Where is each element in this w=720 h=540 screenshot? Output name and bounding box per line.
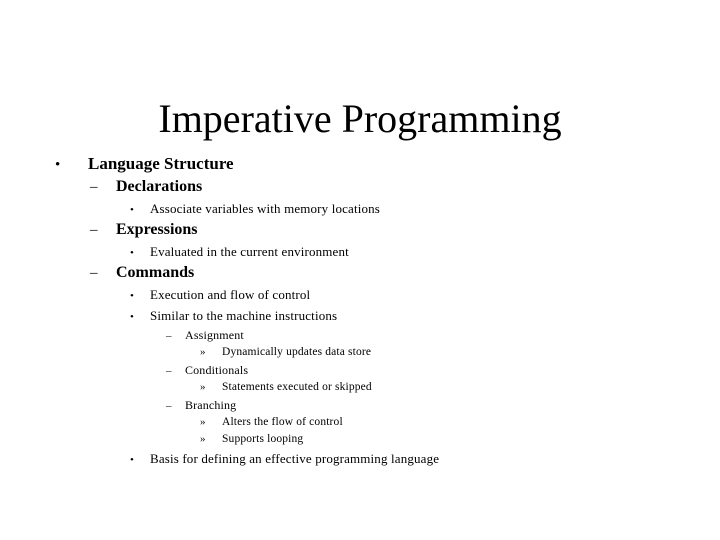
outline-item-label: Supports looping <box>222 433 304 445</box>
bullet-dot-icon: • <box>130 204 134 216</box>
bullet-guillemet-icon: » <box>200 416 206 428</box>
bullet-dot-icon: • <box>130 247 134 259</box>
bullet-dot-icon: • <box>55 157 61 173</box>
bullet-dash-icon: – <box>90 265 98 281</box>
outline-item-level3[interactable]: • Basis for defining an effective progra… <box>0 448 720 469</box>
outline-item-level2[interactable]: – Commands <box>0 262 720 284</box>
outline-item-label: Declarations <box>116 178 203 195</box>
presentation-slide: Imperative Programming • Language Struct… <box>0 0 720 540</box>
bullet-dash-icon: – <box>166 365 172 377</box>
slide-title: Imperative Programming <box>158 95 562 141</box>
outline-item-level2[interactable]: – Expressions <box>0 219 720 241</box>
outline-item-label: Commands <box>116 264 195 281</box>
outline-item-label: Statements executed or skipped <box>222 381 372 393</box>
outline-item-level2[interactable]: – Declarations <box>0 176 720 198</box>
outline-item-level4[interactable]: – Conditionals <box>0 361 720 379</box>
bullet-guillemet-icon: » <box>200 381 206 393</box>
outline-item-label: Execution and flow of control <box>150 287 311 302</box>
bullet-dash-icon: – <box>90 179 98 195</box>
outline-item-label: Evaluated in the current environment <box>150 244 349 259</box>
bullet-dash-icon: – <box>90 222 98 238</box>
outline-item-label: Dynamically updates data store <box>222 346 372 358</box>
bullet-dot-icon: • <box>130 290 134 302</box>
bullet-dot-icon: • <box>130 311 134 323</box>
outline-item-label: Language Structure <box>88 154 234 173</box>
bullet-guillemet-icon: » <box>200 433 206 445</box>
outline-item-label: Expressions <box>116 221 198 238</box>
outline-item-label: Basis for defining an effective programm… <box>150 451 440 466</box>
outline-item-label: Branching <box>185 398 237 412</box>
outline-item-label: Assignment <box>185 328 244 342</box>
outline-item-level3[interactable]: • Associate variables with memory locati… <box>0 198 720 219</box>
outline-item-level3[interactable]: • Evaluated in the current environment <box>0 241 720 262</box>
outline-item-level3[interactable]: • Similar to the machine instructions <box>0 305 720 326</box>
outline-item-level4[interactable]: – Assignment <box>0 326 720 344</box>
outline-item-level5[interactable]: » Statements executed or skipped <box>0 379 720 396</box>
outline-item-level1[interactable]: • Language Structure <box>0 152 720 176</box>
outline-item-level5[interactable]: » Supports looping <box>0 431 720 448</box>
outline-item-level5[interactable]: » Dynamically updates data store <box>0 344 720 361</box>
bullet-dash-icon: – <box>166 330 172 342</box>
bullet-dash-icon: – <box>166 400 172 412</box>
outline-item-level4[interactable]: – Branching <box>0 396 720 414</box>
outline-item-level3[interactable]: • Execution and flow of control <box>0 284 720 305</box>
outline-item-level5[interactable]: » Alters the flow of control <box>0 414 720 431</box>
slide-body-outline: • Language Structure – Declarations • As… <box>0 152 720 469</box>
bullet-dot-icon: • <box>130 454 134 466</box>
bullet-guillemet-icon: » <box>200 346 206 358</box>
outline-item-label: Conditionals <box>185 363 249 377</box>
outline-item-label: Alters the flow of control <box>222 416 343 428</box>
outline-item-label: Associate variables with memory location… <box>150 201 380 216</box>
outline-item-label: Similar to the machine instructions <box>150 308 338 323</box>
